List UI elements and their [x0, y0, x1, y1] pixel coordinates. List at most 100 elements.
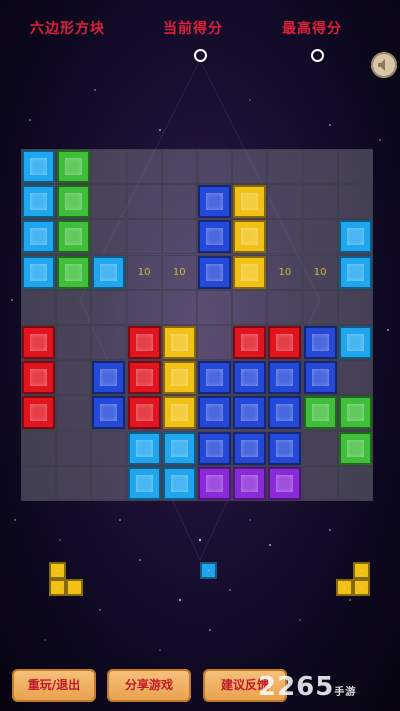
watermark: 2265手游 — [258, 672, 356, 702]
board-cell[interactable] — [56, 289, 92, 325]
board-cell[interactable] — [91, 289, 127, 325]
board-cell[interactable] — [197, 325, 232, 360]
block-tile-cyan — [338, 326, 372, 359]
watermark-brand: 2265 — [258, 672, 335, 702]
board-cell[interactable] — [56, 360, 92, 396]
row-score-hint: 10 — [137, 266, 151, 278]
block-tile-yellow — [162, 361, 196, 395]
board-cell[interactable] — [267, 219, 303, 255]
board-cell[interactable] — [302, 430, 338, 466]
block-tile-yellow — [233, 220, 267, 254]
block-tile-cyan — [127, 466, 161, 500]
block-tile-yellow — [162, 396, 196, 430]
best-score-indicator — [311, 49, 324, 62]
board-cell[interactable] — [302, 149, 338, 184]
board-cell[interactable] — [126, 184, 162, 220]
board-cell[interactable] — [56, 325, 92, 360]
board-cell[interactable] — [161, 184, 197, 220]
board-cell[interactable] — [337, 149, 373, 184]
board-cell[interactable] — [126, 219, 162, 255]
watermark-suffix: 手游 — [334, 687, 357, 698]
block-tile-purple — [233, 466, 267, 500]
board-cell[interactable] — [267, 289, 303, 325]
block-tile-cyan — [22, 220, 55, 254]
block-tile-blue — [268, 396, 302, 430]
board-cell[interactable] — [337, 360, 373, 396]
block-tile-cyan — [22, 185, 55, 219]
board-cell[interactable] — [302, 465, 338, 501]
board-cell[interactable] — [91, 219, 127, 255]
board-cell[interactable] — [232, 289, 268, 325]
piece-tile-yellow — [353, 562, 370, 579]
block-tile-blue — [92, 396, 126, 430]
board-cell[interactable] — [267, 184, 303, 220]
block-tile-cyan — [162, 466, 196, 500]
board-cell[interactable] — [91, 465, 127, 501]
block-tile-blue — [198, 361, 231, 395]
block-tile-blue — [198, 431, 231, 465]
board-cell[interactable] — [21, 430, 56, 466]
board-cell[interactable] — [337, 289, 373, 325]
board-cell[interactable] — [56, 395, 92, 431]
block-tile-yellow — [233, 185, 267, 219]
block-tile-red — [127, 361, 161, 395]
block-tile-blue — [268, 431, 302, 465]
board-cell[interactable] — [161, 219, 197, 255]
block-tile-green — [338, 431, 372, 465]
block-tile-green — [57, 220, 91, 254]
board-cell[interactable] — [161, 289, 197, 325]
board-cell[interactable] — [302, 184, 338, 220]
current-score-label: 当前得分 — [163, 21, 223, 37]
best-score-label: 最高得分 — [282, 21, 342, 37]
board-cell[interactable] — [21, 465, 56, 501]
board-cell[interactable] — [197, 289, 232, 325]
piece-tile-yellow — [49, 562, 66, 579]
block-tile-cyan — [22, 255, 55, 289]
block-tile-red — [233, 326, 267, 359]
game-board[interactable]: 10 10 10 10 — [21, 149, 373, 501]
board-cell[interactable] — [91, 149, 127, 184]
block-tile-blue — [198, 185, 231, 219]
board-cell[interactable] — [337, 465, 373, 501]
block-tile-cyan — [127, 431, 161, 465]
board-cell[interactable] — [21, 289, 56, 325]
block-tile-blue — [92, 361, 126, 395]
block-tile-cyan — [162, 431, 196, 465]
row-score-hint: 10 — [278, 266, 292, 278]
sound-toggle-button[interactable] — [371, 52, 397, 78]
board-cell[interactable] — [126, 289, 162, 325]
block-tile-yellow — [162, 326, 196, 359]
board-cell[interactable] — [337, 184, 373, 220]
block-tile-cyan — [22, 150, 55, 183]
replay-exit-button[interactable]: 重玩/退出 — [12, 669, 96, 702]
block-tile-blue — [198, 220, 231, 254]
board-cell[interactable] — [197, 149, 232, 184]
board-cell[interactable] — [56, 430, 92, 466]
piece-tile-yellow — [336, 579, 353, 596]
board-cell[interactable] — [232, 149, 268, 184]
row-score-hint: 10 — [172, 266, 186, 278]
piece-tile-cyan — [200, 562, 217, 579]
board-cell[interactable] — [302, 289, 338, 325]
block-tile-blue — [303, 361, 337, 395]
block-tile-purple — [268, 466, 302, 500]
board-cell[interactable] — [126, 149, 162, 184]
board-cell[interactable] — [56, 465, 92, 501]
piece-tile-yellow — [66, 579, 83, 596]
block-tile-green — [57, 185, 91, 219]
block-tile-cyan — [92, 255, 126, 289]
board-cell[interactable] — [91, 430, 127, 466]
game-title: 六边形方块 — [30, 21, 105, 37]
block-tile-green — [338, 396, 372, 430]
board-cell[interactable] — [91, 325, 127, 360]
block-tile-blue — [268, 361, 302, 395]
board-cell[interactable] — [267, 149, 303, 184]
block-tile-cyan — [338, 255, 372, 289]
block-tile-blue — [198, 396, 231, 430]
block-tile-red — [22, 361, 55, 395]
board-cell[interactable] — [161, 149, 197, 184]
board-cell[interactable] — [91, 184, 127, 220]
row-score-hint: 10 — [313, 266, 327, 278]
board-cell[interactable] — [302, 219, 338, 255]
share-game-button[interactable]: 分享游戏 — [107, 669, 191, 702]
